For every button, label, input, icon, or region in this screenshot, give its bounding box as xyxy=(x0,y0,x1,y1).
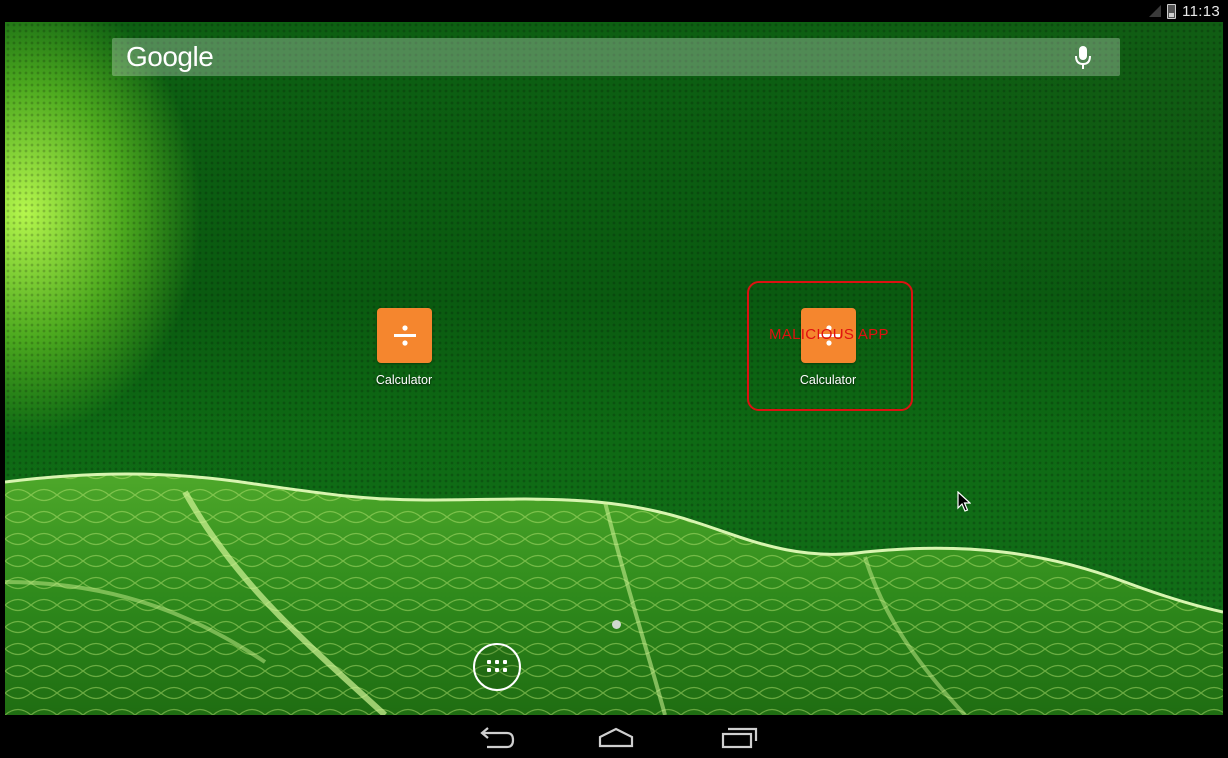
leaf-wallpaper-image xyxy=(5,472,1223,715)
app-label: Calculator xyxy=(375,373,433,387)
malicious-app-label: MALICIOUS APP xyxy=(769,326,889,343)
app-calculator[interactable]: Calculator xyxy=(349,308,459,387)
mic-icon[interactable] xyxy=(1074,45,1092,71)
mouse-pointer-icon xyxy=(957,491,971,512)
wallpaper xyxy=(5,22,1223,715)
recents-icon[interactable] xyxy=(714,723,764,751)
app-drawer-icon xyxy=(487,660,507,672)
status-clock: 11:13 xyxy=(1182,2,1220,20)
google-logo: Google xyxy=(126,41,214,72)
signal-icon xyxy=(1149,5,1162,17)
back-icon[interactable] xyxy=(469,723,519,751)
page-indicator-dot xyxy=(612,620,621,629)
status-icons: 11:13 xyxy=(1149,2,1220,20)
calculator-icon[interactable] xyxy=(376,308,432,363)
status-bar: 11:13 xyxy=(0,0,1228,22)
app-drawer-button[interactable] xyxy=(473,643,521,691)
google-search-bar[interactable]: Google xyxy=(112,38,1120,76)
battery-icon xyxy=(1167,3,1177,19)
home-icon[interactable] xyxy=(591,723,641,751)
malicious-app-highlight xyxy=(747,281,913,411)
navigation-bar xyxy=(0,715,1228,758)
